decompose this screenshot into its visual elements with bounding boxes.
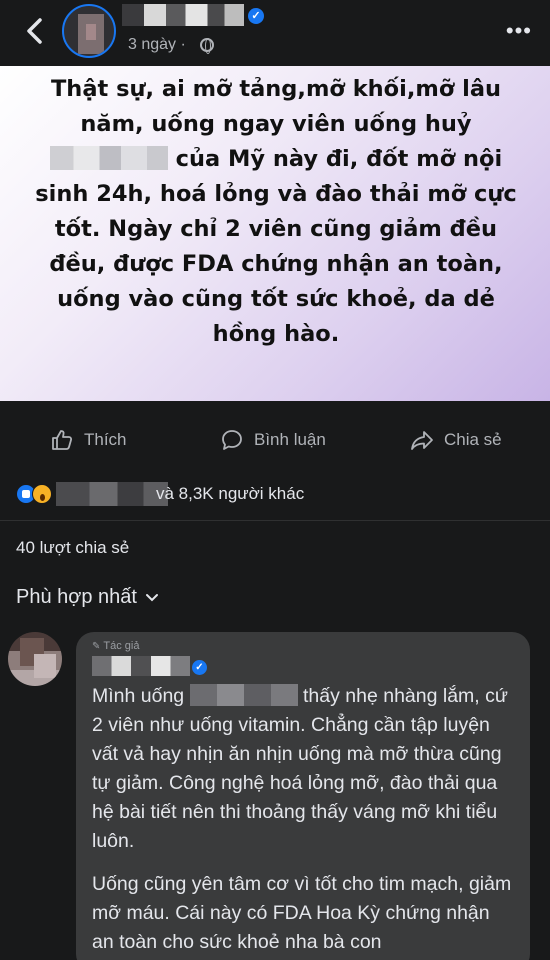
comment-paragraph-1: Mình uống thấy nhẹ nhàng lắm, cứ 2 viên … [92, 682, 512, 856]
like-label: Thích [84, 430, 127, 449]
comment-button[interactable]: Bình luận [220, 414, 326, 466]
comment-text-part1: Mình uống [92, 685, 185, 707]
comment-bubble-icon [222, 430, 242, 450]
author-avatar[interactable] [62, 4, 116, 58]
commenter-name-redacted[interactable] [92, 656, 190, 676]
post-text: Thật sự, ai mỡ tảng,mỡ khối,mỡ lâu năm, … [34, 72, 518, 352]
wow-reaction-icon [32, 484, 52, 504]
thumbs-up-icon [52, 430, 73, 450]
comment-text: Mình uống thấy nhẹ nhàng lắm, cứ 2 viên … [92, 682, 512, 960]
redacted-product-name [49, 146, 168, 170]
commenter-avatar[interactable] [8, 632, 62, 686]
shares-count[interactable]: 40 lượt chia sẻ [16, 538, 129, 558]
back-button[interactable] [20, 14, 52, 48]
more-options-button[interactable]: ••• [506, 18, 532, 44]
post-actions-bar: Thích Bình luận Chia sẻ [0, 414, 550, 466]
share-button[interactable]: Chia sẻ [410, 414, 502, 466]
author-name-redacted[interactable] [122, 4, 244, 26]
post-text-part1: Thật sự, ai mỡ tảng,mỡ khối,mỡ lâu năm, … [50, 76, 502, 137]
share-arrow-icon [411, 431, 433, 450]
reactions-count: và 8,3K người khác [156, 484, 305, 503]
author-badge: ✎ Tác giả [92, 640, 139, 652]
verified-badge-icon: ✓ [192, 660, 207, 675]
comment-paragraph-2: Uống cũng yên tâm cơ vì tốt cho tim mạch… [92, 873, 512, 953]
globe-icon [200, 38, 214, 54]
comment-text-part2: thấy nhẹ nhàng lắm, cứ 2 viên như uống v… [92, 685, 508, 852]
comment-sort-dropdown[interactable]: Phù hợp nhất [16, 586, 159, 609]
post-text-part2: của Mỹ này đi, đốt mỡ nội sinh 24h, hoá … [35, 146, 517, 347]
verified-badge-icon: ✓ [248, 8, 264, 24]
chevron-down-icon [145, 590, 159, 606]
megaphone-icon: ✎ [92, 640, 101, 652]
post-time[interactable]: 3 ngày · [128, 36, 186, 54]
author-badge-label: Tác giả [103, 640, 140, 652]
divider [0, 520, 550, 521]
reactor-name-redacted [56, 482, 168, 506]
sort-label: Phù hợp nhất [16, 586, 137, 608]
like-button[interactable]: Thích [50, 414, 127, 466]
reactions-summary[interactable]: và 8,3K người khác [16, 482, 536, 506]
redacted-product-name [189, 684, 298, 706]
top-bar: ✓ 3 ngày · ••• [0, 0, 550, 64]
chevron-left-icon [27, 18, 42, 44]
comment-label: Bình luận [254, 430, 326, 449]
share-label: Chia sẻ [444, 430, 502, 449]
